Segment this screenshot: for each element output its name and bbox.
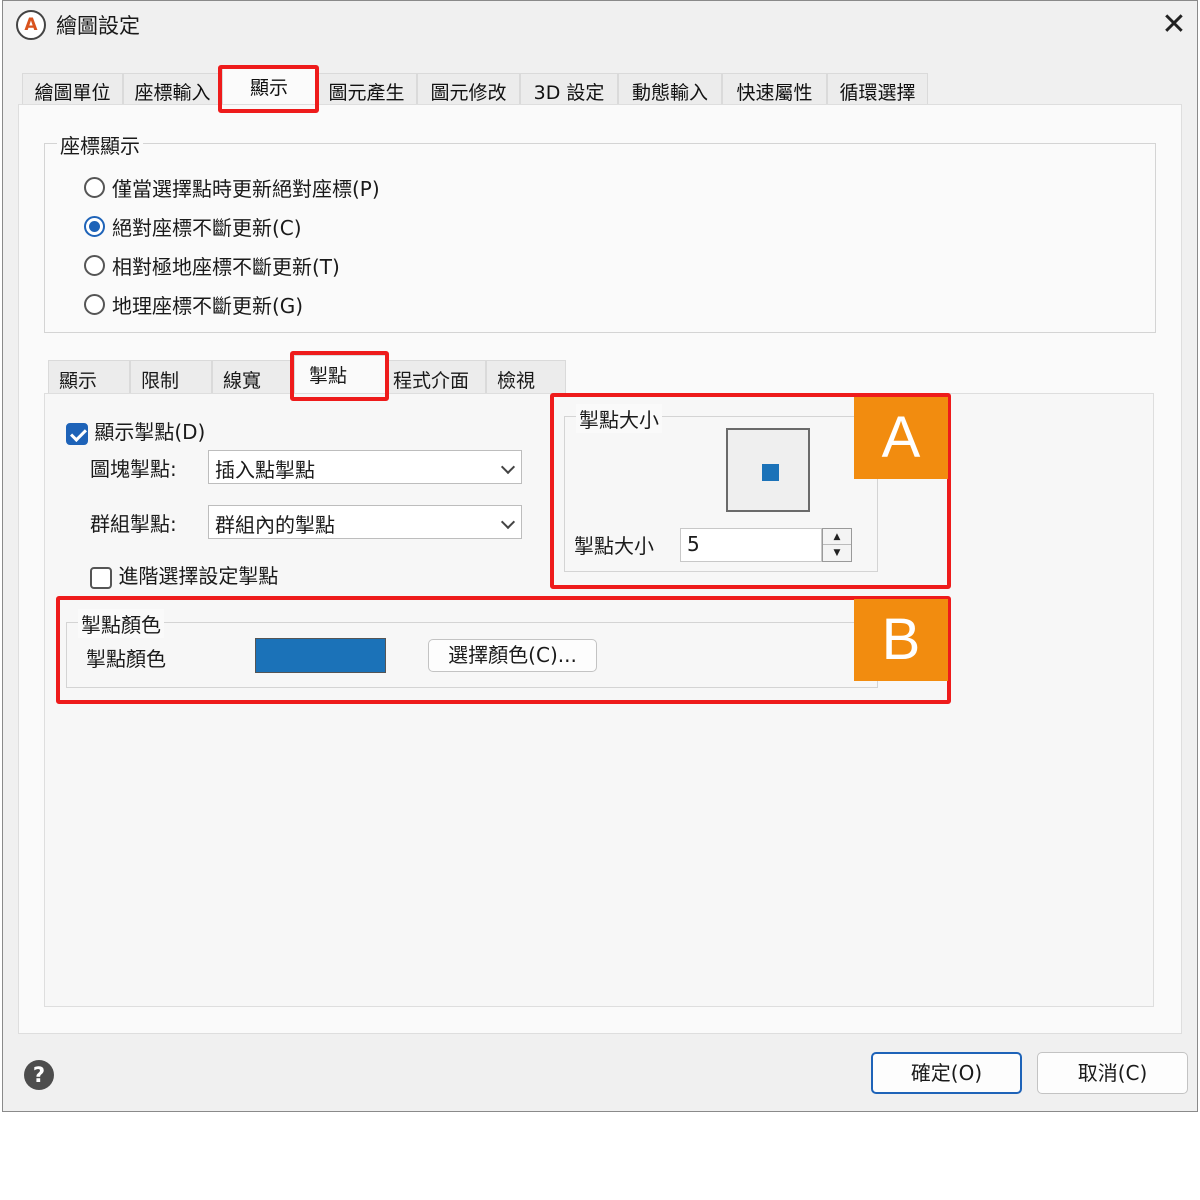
advanced-grips-checkbox[interactable] xyxy=(90,566,112,589)
tab-quick-properties[interactable]: 快速屬性 xyxy=(722,73,827,105)
subtab-program-interface[interactable]: 程式介面 xyxy=(386,360,486,394)
radio-geographic[interactable]: 地理座標不斷更新(G) xyxy=(84,290,303,319)
close-icon[interactable]: ✕ xyxy=(1157,8,1191,42)
cancel-button[interactable]: 取消(C) xyxy=(1037,1052,1188,1094)
block-grips-select[interactable]: 插入點掣點 xyxy=(208,450,522,484)
annotation-badge-a: A xyxy=(854,397,948,479)
radio-absolute-continuous[interactable]: 絕對座標不斷更新(C) xyxy=(84,212,302,241)
block-grips-label: 圖塊掣點: xyxy=(90,457,177,481)
tab-drawing-units[interactable]: 繪圖單位 xyxy=(22,73,123,105)
subtab-lineweight[interactable]: 線寬 xyxy=(212,360,294,394)
group-grips-value: 群組內的掣點 xyxy=(215,513,335,537)
tab-entity-creation[interactable]: 圖元產生 xyxy=(316,73,417,105)
tab-selection-cycling[interactable]: 循環選擇 xyxy=(827,73,928,105)
tab-entity-modification[interactable]: 圖元修改 xyxy=(417,73,520,105)
tab-3d-settings[interactable]: 3D 設定 xyxy=(520,73,618,105)
show-grips-label: 顯示掣點(D) xyxy=(94,420,206,444)
radio-label: 地理座標不斷更新(G) xyxy=(112,294,304,318)
subtab-constraints[interactable]: 限制 xyxy=(130,360,212,394)
radio-button[interactable] xyxy=(84,294,105,315)
group-grips-label: 群組掣點: xyxy=(90,512,177,536)
annotation-badge-b: B xyxy=(854,599,948,681)
app-logo-icon: A xyxy=(16,10,46,40)
radio-button[interactable] xyxy=(84,255,105,276)
show-grips-checkbox-row[interactable]: 顯示掣點(D) xyxy=(66,416,205,445)
show-grips-checkbox[interactable] xyxy=(66,422,88,445)
radio-relative-polar[interactable]: 相對極地座標不斷更新(T) xyxy=(84,251,340,280)
ok-button[interactable]: 確定(O) xyxy=(871,1052,1022,1094)
radio-label: 絕對座標不斷更新(C) xyxy=(112,216,302,240)
block-grips-value: 插入點掣點 xyxy=(215,458,315,482)
radio-button[interactable] xyxy=(84,177,105,198)
tab-dynamic-input[interactable]: 動態輸入 xyxy=(618,73,722,105)
group-grips-select[interactable]: 群組內的掣點 xyxy=(208,505,522,539)
highlight-region-b xyxy=(56,596,951,704)
highlight-grips-subtab xyxy=(290,351,389,401)
advanced-grips-label: 進階選擇設定掣點 xyxy=(118,564,279,588)
coordinate-display-title: 座標顯示 xyxy=(57,130,143,159)
chevron-down-icon xyxy=(500,459,516,475)
advanced-grips-checkbox-row[interactable]: 進階選擇設定掣點 xyxy=(90,560,278,589)
window-title: 繪圖設定 xyxy=(56,14,140,38)
radio-update-on-pick[interactable]: 僅當選擇點時更新絕對座標(P) xyxy=(84,173,380,202)
chevron-down-icon xyxy=(500,514,516,530)
radio-label: 僅當選擇點時更新絕對座標(P) xyxy=(112,177,380,201)
highlight-display-tab xyxy=(218,65,319,113)
radio-button[interactable] xyxy=(84,216,105,237)
radio-label: 相對極地座標不斷更新(T) xyxy=(112,255,340,279)
help-icon[interactable]: ? xyxy=(24,1060,54,1090)
subtab-display[interactable]: 顯示 xyxy=(48,360,130,394)
subtab-view[interactable]: 檢視 xyxy=(486,360,566,394)
tab-coordinate-input[interactable]: 座標輸入 xyxy=(123,73,222,105)
